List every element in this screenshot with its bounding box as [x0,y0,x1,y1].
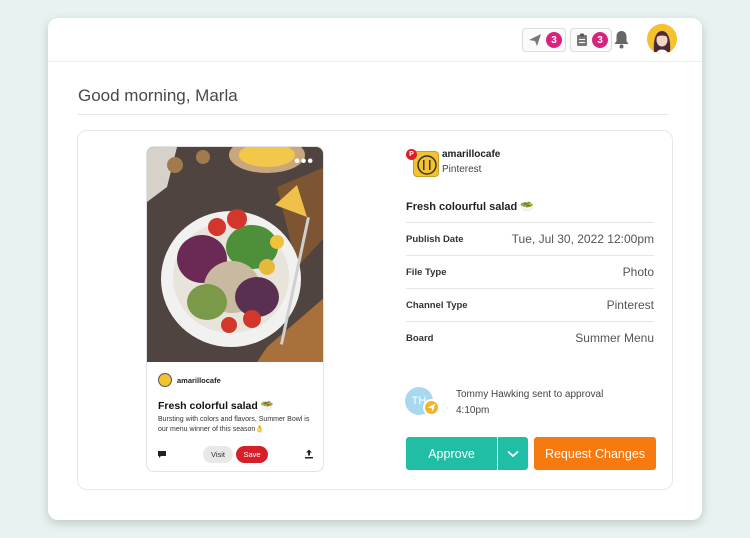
account-name: amarillocafe [442,149,501,160]
detail-label: Publish Date [406,234,464,245]
cafe-logo-icon [417,155,437,175]
pinterest-icon: P [406,149,417,160]
chevron-down-icon [507,450,519,457]
detail-label: File Type [406,267,447,278]
salad-photo [147,147,323,362]
post-title: Fresh colourful salad 🥗 [406,201,534,213]
more-options-button[interactable]: ••• [294,153,314,171]
divider [78,114,668,115]
detail-row-publish-date: Publish Date Tue, Jul 30, 2022 12:00pm [406,222,654,255]
detail-row-file-type: File Type Photo [406,255,654,288]
detail-row-channel-type: Channel Type Pinterest [406,288,654,321]
share-icon[interactable] [304,449,314,459]
pin-actions: Visit Save [147,446,323,466]
tasks-count: 3 [592,32,608,48]
pin-preview-card: ••• amarillocafe Fresh colorful salad 🥗 … [146,146,324,472]
send-icon [427,403,436,412]
top-bar: 3 3 [48,18,702,62]
paper-plane-icon [423,399,440,416]
bell-icon [614,31,629,49]
detail-value: Photo [622,265,654,279]
pin-title: Fresh colorful salad 🥗 [158,400,274,412]
account-channel: Pinterest [442,164,482,175]
detail-value: Pinterest [606,298,654,312]
user-avatar-image [647,24,677,54]
detail-value: Summer Menu [575,331,654,345]
user-avatar[interactable] [647,24,677,54]
clipboard-icon [577,33,587,46]
account-logo-icon [158,373,172,387]
notifications-button[interactable] [613,30,630,54]
comment-icon[interactable] [157,450,167,459]
paper-plane-icon [529,34,541,46]
approval-time: 4:10pm [456,405,490,416]
detail-label: Channel Type [406,300,468,311]
approval-panel: ••• amarillocafe Fresh colorful salad 🥗 … [77,130,673,490]
detail-row-board: Board Summer Menu [406,321,654,354]
pin-account-name: amarillocafe [177,375,221,385]
app-window: 3 3 Good morning, Marla ••• amarillocafe… [48,18,702,520]
approvals-button[interactable]: 3 [522,28,566,52]
save-button[interactable]: Save [236,446,268,463]
approve-dropdown-button[interactable] [498,437,528,470]
approvals-count: 3 [546,32,562,48]
detail-value: Tue, Jul 30, 2022 12:00pm [511,232,654,246]
visit-button[interactable]: Visit [203,446,233,463]
approve-button[interactable]: Approve [406,437,497,470]
approval-message: Tommy Hawking sent to approval [456,389,604,400]
pin-account: amarillocafe [158,373,221,387]
detail-label: Board [406,333,434,344]
tasks-button[interactable]: 3 [570,28,612,52]
pin-description: Bursting with colors and flavors, Summer… [158,416,310,433]
request-changes-button[interactable]: Request Changes [534,437,656,470]
page-greeting: Good morning, Marla [78,86,238,105]
